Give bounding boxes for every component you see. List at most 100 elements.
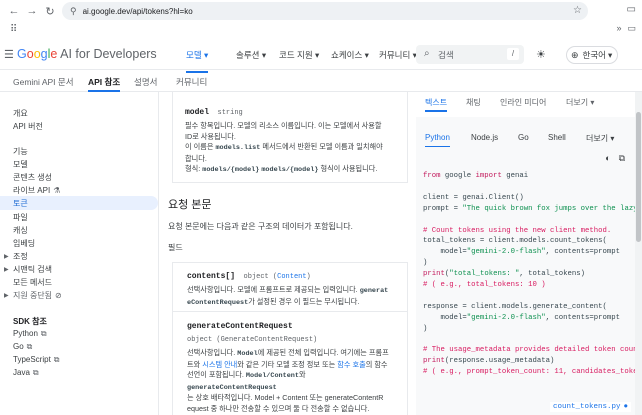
reload-icon[interactable]: ↻	[42, 3, 58, 19]
tab-chat[interactable]: 채팅	[466, 97, 481, 108]
code-line: response = client.models.generate_conten…	[423, 302, 607, 311]
site-info-icon[interactable]: ⚲	[70, 6, 77, 17]
folder-icon[interactable]: ▭	[627, 23, 636, 34]
sidebar-item-caching[interactable]: 캐싱	[13, 225, 28, 236]
filename-label: count_tokens.py	[552, 403, 621, 411]
url-text: ai.google.dev/api/tokens?hl=ko	[82, 6, 193, 16]
sidebar-item-all-methods[interactable]: 모든 메서드	[13, 277, 52, 288]
desc-code: generat	[359, 287, 389, 295]
param-type: object (GenerateContentRequest)	[187, 336, 318, 344]
tab-guides[interactable]: 설명서	[134, 76, 157, 88]
expand-arrow-icon[interactable]: ▶	[4, 292, 9, 299]
desc-line: 트와 시스템 안내와 같은 기타 모델 조정 정보 또는 함수 호출의 함수	[187, 360, 393, 371]
sidebar-item-files[interactable]: 파일	[13, 212, 28, 223]
language-select[interactable]: ⊕ 한국어 ▾	[566, 46, 618, 64]
nav-solutions[interactable]: 솔루션 ▾	[236, 49, 266, 61]
desc-text: 와 같은 기타 모델 조정 정보 또는	[237, 359, 338, 369]
scrollbar-thumb[interactable]	[636, 112, 641, 242]
extensions-icon[interactable]: ▭	[627, 4, 636, 15]
desc-line: equest 중 하나만 전송할 수 있으며 둘 다 전송할 수 없습니다.	[187, 403, 370, 413]
apps-grid-icon[interactable]: ⠿	[10, 24, 17, 35]
expand-arrow-icon[interactable]: ▶	[4, 266, 9, 273]
nav-showcase[interactable]: 쇼케이스 ▾	[331, 49, 369, 61]
param-name: model	[185, 108, 210, 117]
sidebar-item-tokens[interactable]: 토큰	[0, 196, 158, 210]
site-logo[interactable]: Google AI for Developers	[17, 47, 157, 61]
nav-code-assist-label: 코드 지원	[279, 50, 313, 60]
search-input[interactable]: ⌕ 검색 /	[416, 45, 524, 64]
sidebar-item-tuning[interactable]: 조정	[13, 251, 28, 262]
more-bookmarks-icon[interactable]: »	[616, 23, 621, 34]
content-type-link[interactable]: Content	[277, 273, 306, 281]
code-line: print(response.usage_metadata)	[423, 357, 555, 366]
external-link-icon: ⧉	[32, 368, 39, 377]
tab-inline-media[interactable]: 인라인 미디어	[500, 97, 546, 108]
desc-line: 필수 항목입니다. 모델의 리소스 이름입니다. 이는 모델에서 사용할	[185, 121, 382, 130]
sidebar-item-models[interactable]: 모델	[13, 159, 28, 170]
sidebar-item-label: Go	[13, 342, 24, 351]
sidebar-item-features[interactable]: 기능	[13, 146, 28, 157]
tab-more-label: 더보기	[566, 98, 589, 107]
sidebar-item-semantic-retrieval[interactable]: 시맨틱 검색	[13, 264, 52, 275]
tab-community[interactable]: 커뮤니티	[176, 76, 207, 88]
tab-api-reference[interactable]: API 참조	[88, 76, 121, 92]
sidebar-item-go[interactable]: Go ⧉	[13, 342, 32, 352]
external-link-icon: ⧉	[26, 342, 33, 351]
code-toolbar: ◐ ⧉	[605, 153, 625, 164]
sdk-reference-heading: SDK 참조	[13, 317, 47, 326]
code-line: total_tokens = client.models.count_token…	[423, 237, 607, 246]
sidebar-item-java[interactable]: Java ⧉	[13, 368, 39, 378]
nav-community[interactable]: 커뮤니티 ▾	[379, 49, 417, 61]
lang-tab-shell[interactable]: Shell	[548, 133, 566, 142]
sidebar-item-typescript[interactable]: TypeScript ⧉	[13, 355, 60, 365]
desc-line: ID로 사용됩니다.	[185, 131, 236, 141]
param-desc: 선택사항입니다. Model에 제공된 전체 입력입니다. 여기에는 프롬프 트…	[187, 348, 393, 414]
external-link-icon: ⧉	[40, 329, 47, 338]
sidebar-item-label: 라이브 API	[13, 186, 51, 195]
lang-tab-nodejs[interactable]: Node.js	[471, 133, 498, 142]
tab-more[interactable]: 더보기 ▾	[566, 97, 594, 108]
source-file-link[interactable]: count_tokens.py ●	[549, 402, 631, 412]
code-line: client = genai.Client()	[423, 193, 524, 202]
sidebar-item-live-api[interactable]: 라이브 API ⚗	[13, 185, 60, 196]
param-name: contents[]	[187, 272, 236, 281]
function-calling-link[interactable]: 함수 호출	[337, 360, 365, 369]
lang-tab-python[interactable]: Python	[425, 133, 450, 148]
code-line: # The usage_metadata provides detailed t…	[423, 346, 642, 355]
forward-icon[interactable]: →	[24, 3, 40, 19]
sidebar-item-python[interactable]: Python ⧉	[13, 329, 47, 339]
nav-solutions-label: 솔루션	[236, 50, 260, 60]
desc-code: Model	[237, 350, 258, 358]
expand-arrow-icon[interactable]: ▶	[4, 253, 9, 260]
type-text: object (	[243, 273, 278, 281]
system-instructions-link[interactable]: 시스템 안내	[202, 360, 237, 369]
desc-line: 는 상호 배타적입니다. Model + Content 또는 generate…	[187, 393, 384, 402]
code-block: ◐ ⧉ from google import genai client = gen…	[416, 147, 642, 415]
code-line: )	[423, 259, 428, 268]
sidebar-item-api-versions[interactable]: API 버전	[13, 121, 43, 132]
page-scrollbar[interactable]	[635, 92, 642, 415]
sidebar-item-overview[interactable]: 개요	[13, 108, 28, 119]
menu-icon[interactable]: ☰	[4, 48, 14, 61]
lang-tab-more[interactable]: 더보기 ▾	[586, 133, 614, 144]
lang-tab-go[interactable]: Go	[518, 133, 529, 142]
theme-toggle-icon[interactable]: ☀	[536, 48, 546, 61]
address-bar[interactable]: ⚲ ai.google.dev/api/tokens?hl=ko ☆	[62, 2, 588, 20]
sidebar-item-embedding[interactable]: 임베딩	[13, 238, 35, 249]
copy-icon[interactable]: ⧉	[619, 153, 625, 164]
request-body-heading: 요청 본문	[168, 199, 212, 211]
search-placeholder: 검색	[438, 50, 454, 60]
tab-text[interactable]: 텍스트	[425, 97, 448, 112]
globe-icon: ⊕	[571, 49, 579, 60]
dark-theme-toggle-icon[interactable]: ◐	[605, 153, 610, 164]
tab-gemini-docs[interactable]: Gemini API 문서	[13, 76, 74, 88]
bookmark-star-icon[interactable]: ☆	[573, 5, 582, 16]
nav-models[interactable]: 모델 ▾	[186, 49, 209, 73]
sidebar-item-deprecated[interactable]: 지원 중단됨 ⊘	[13, 290, 62, 301]
nav-code-assist[interactable]: 코드 지원 ▾	[279, 49, 319, 61]
sidebar-item-generate-content[interactable]: 콘텐츠 생성	[13, 172, 52, 183]
lab-flask-icon: ⚗	[53, 186, 61, 195]
code-line: from google import genai	[423, 172, 529, 180]
back-icon[interactable]: ←	[6, 3, 22, 19]
desc-text: 형식:	[185, 164, 203, 173]
